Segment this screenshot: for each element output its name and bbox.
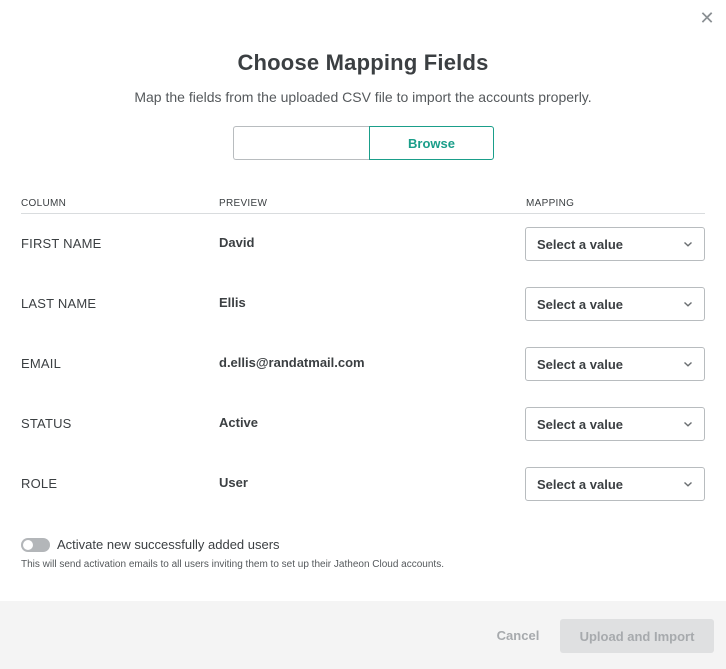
cancel-button[interactable]: Cancel bbox=[488, 620, 548, 650]
dialog-subtitle: Map the fields from the uploaded CSV fil… bbox=[134, 89, 592, 105]
mapping-select[interactable]: Select a value bbox=[525, 467, 705, 501]
file-path-input[interactable] bbox=[233, 126, 369, 160]
upload-and-import-button[interactable]: Upload and Import bbox=[560, 619, 714, 653]
column-header: COLUMN bbox=[21, 198, 67, 209]
dialog-footer: Cancel Upload and Import bbox=[0, 601, 726, 669]
column-name: LAST NAME bbox=[21, 296, 97, 311]
mapping-select-value: Select a value bbox=[537, 296, 623, 312]
column-name: STATUS bbox=[21, 416, 72, 431]
close-icon[interactable]: ✕ bbox=[698, 10, 716, 28]
chevron-down-icon bbox=[683, 419, 693, 429]
file-picker: Browse bbox=[233, 126, 494, 160]
dialog-title: Choose Mapping Fields bbox=[237, 50, 489, 75]
mapping-select[interactable]: Select a value bbox=[525, 407, 705, 441]
activate-users-label: Activate new successfully added users bbox=[57, 537, 280, 552]
preview-value: Ellis bbox=[219, 295, 246, 310]
activation-toggle-row: Activate new successfully added users bbox=[21, 537, 280, 552]
mapping-select-value: Select a value bbox=[537, 476, 623, 492]
table-row: EMAIL d.ellis@randatmail.com Select a va… bbox=[21, 347, 705, 381]
preview-value: David bbox=[219, 235, 255, 250]
mapping-select-value: Select a value bbox=[537, 416, 623, 432]
mapping-select[interactable]: Select a value bbox=[525, 227, 705, 261]
table-row: ROLE User Select a value bbox=[21, 467, 705, 501]
mapping-select-value: Select a value bbox=[537, 356, 623, 372]
column-name: EMAIL bbox=[21, 356, 62, 371]
column-name: ROLE bbox=[21, 476, 58, 491]
table-row: LAST NAME Ellis Select a value bbox=[21, 287, 705, 321]
mapping-select[interactable]: Select a value bbox=[525, 347, 705, 381]
browse-button[interactable]: Browse bbox=[369, 126, 494, 160]
table-header: COLUMN PREVIEW MAPPING bbox=[21, 198, 705, 214]
mapping-select[interactable]: Select a value bbox=[525, 287, 705, 321]
mapping-select-value: Select a value bbox=[537, 236, 623, 252]
preview-header: PREVIEW bbox=[219, 198, 268, 209]
activation-hint: This will send activation emails to all … bbox=[21, 559, 444, 570]
chevron-down-icon bbox=[683, 239, 693, 249]
chevron-down-icon bbox=[683, 299, 693, 309]
preview-value: Active bbox=[219, 415, 259, 430]
mapping-table: COLUMN PREVIEW MAPPING FIRST NAME David … bbox=[21, 198, 705, 501]
chevron-down-icon bbox=[683, 479, 693, 489]
preview-value: d.ellis@randatmail.com bbox=[219, 355, 365, 370]
table-row: STATUS Active Select a value bbox=[21, 407, 705, 441]
toggle-knob bbox=[23, 539, 33, 550]
preview-value: User bbox=[219, 475, 248, 490]
mapping-dialog: ✕ Choose Mapping Fields Map the fields f… bbox=[0, 0, 726, 669]
mapping-header: MAPPING bbox=[526, 198, 575, 209]
column-name: FIRST NAME bbox=[21, 236, 102, 251]
activate-users-toggle[interactable] bbox=[21, 537, 50, 552]
table-row: FIRST NAME David Select a value bbox=[21, 227, 705, 261]
chevron-down-icon bbox=[683, 359, 693, 369]
